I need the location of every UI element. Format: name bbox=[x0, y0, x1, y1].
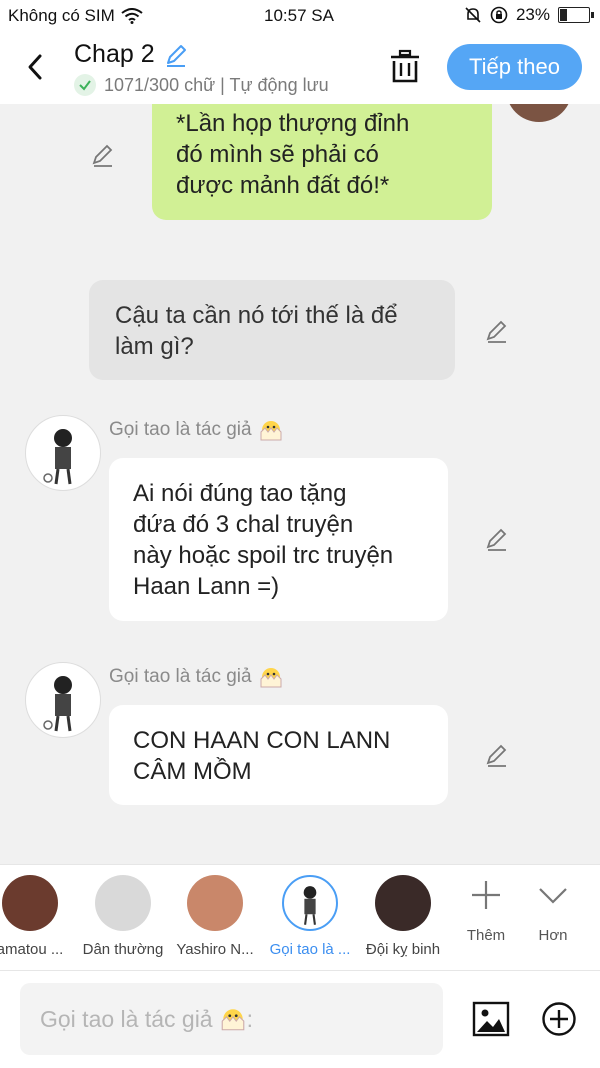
word-count-status: 1071/300 chữ | Tự động lưu bbox=[74, 74, 329, 96]
message-composer: Gọi tao là tác giả : bbox=[0, 970, 600, 1068]
message-text: *Lần họp thượng đỉnh đó mình sẽ phải có … bbox=[176, 110, 410, 199]
character-avatar bbox=[95, 875, 151, 931]
add-circle-icon[interactable] bbox=[541, 1001, 577, 1037]
message-author: Gọi tao là tác giả bbox=[109, 665, 284, 689]
character-name: Yashiro N... bbox=[176, 941, 254, 958]
self-message-bubble[interactable]: *Lần họp thượng đỉnh đó mình sẽ phải có … bbox=[152, 104, 492, 220]
character-option[interactable]: Đội kỵ binh bbox=[358, 875, 448, 958]
character-avatar[interactable] bbox=[25, 415, 101, 491]
character-avatar bbox=[2, 875, 58, 931]
chapter-title[interactable]: Chap 2 bbox=[74, 40, 189, 69]
input-suffix: : bbox=[246, 1005, 253, 1032]
word-count-text: 1071/300 chữ | Tự động lưu bbox=[104, 74, 329, 95]
message-text: Ai nói đúng tao tặng đứa đó 3 chal truyệ… bbox=[133, 480, 394, 600]
mute-bell-icon bbox=[465, 7, 481, 23]
message-text: CON HAAN CON LANN CÂM MỒM bbox=[133, 727, 391, 785]
input-placeholder: Gọi tao là tác giả bbox=[40, 1005, 213, 1032]
editor-header: Chap 2 1071/300 chữ | Tự động lưu Tiếp t… bbox=[0, 32, 600, 104]
character-avatar bbox=[375, 875, 431, 931]
edit-message-icon[interactable] bbox=[484, 526, 510, 552]
chapter-title-text: Chap 2 bbox=[74, 40, 155, 68]
rotation-lock-icon bbox=[490, 6, 508, 24]
next-button[interactable]: Tiếp theo bbox=[447, 44, 582, 90]
self-avatar bbox=[506, 104, 572, 122]
message-author: Gọi tao là tác giả bbox=[109, 418, 284, 442]
character-name: Đội kỵ binh bbox=[365, 941, 441, 958]
trash-icon[interactable] bbox=[388, 48, 422, 84]
chick-emoji-icon bbox=[260, 421, 282, 441]
character-message-bubble[interactable]: Ai nói đúng tao tặng đứa đó 3 chal truyệ… bbox=[109, 458, 448, 621]
add-character-button[interactable]: Thêm bbox=[456, 877, 516, 944]
carrier-label: Không có SIM bbox=[8, 6, 115, 25]
chick-emoji-icon bbox=[260, 668, 282, 688]
character-message-bubble[interactable]: CON HAAN CON LANN CÂM MỒM bbox=[109, 705, 448, 805]
chevron-down-icon bbox=[539, 888, 567, 904]
character-avatar[interactable] bbox=[25, 662, 101, 738]
message-input[interactable]: Gọi tao là tác giả : bbox=[20, 983, 443, 1055]
character-option[interactable]: amatou ... bbox=[0, 875, 75, 958]
clock: 10:57 SA bbox=[264, 6, 334, 25]
battery-icon bbox=[558, 7, 594, 23]
author-name: Gọi tao là tác giả bbox=[109, 419, 252, 440]
edit-message-icon[interactable] bbox=[90, 142, 116, 168]
wifi-icon bbox=[121, 8, 143, 24]
plus-icon bbox=[472, 881, 500, 909]
message-text: Cậu ta cần nó tới thế là để làm gì? bbox=[115, 302, 398, 360]
add-label: Thêm bbox=[466, 927, 506, 944]
character-name: amatou ... bbox=[0, 941, 64, 958]
battery-percent: 23% bbox=[515, 5, 550, 24]
check-icon bbox=[74, 74, 96, 96]
avatar-drawing bbox=[43, 676, 72, 732]
character-selector: amatou ... Dân thường Yashiro N... Gọi t… bbox=[0, 864, 600, 971]
author-name: Gọi tao là tác giả bbox=[109, 666, 252, 687]
status-bar: Không có SIM 10:57 SA 23% bbox=[0, 0, 600, 32]
character-name: Gọi tao là ... bbox=[269, 941, 351, 958]
avatar-drawing bbox=[43, 429, 72, 485]
character-option[interactable]: Yashiro N... bbox=[170, 875, 260, 958]
character-option[interactable]: Dân thường bbox=[78, 875, 168, 958]
back-arrow-icon[interactable] bbox=[22, 50, 52, 84]
edit-pencil-icon[interactable] bbox=[163, 42, 189, 68]
character-avatar bbox=[187, 875, 243, 931]
character-name: Dân thường bbox=[82, 941, 164, 958]
edit-message-icon[interactable] bbox=[484, 318, 510, 344]
image-icon[interactable] bbox=[472, 1001, 510, 1037]
chick-emoji-icon bbox=[221, 1009, 244, 1031]
avatar-drawing bbox=[303, 886, 317, 925]
character-avatar bbox=[282, 875, 338, 931]
narration-bubble[interactable]: Cậu ta cần nó tới thế là để làm gì? bbox=[89, 280, 455, 380]
more-options-button[interactable]: Hơn bbox=[523, 877, 583, 944]
chat-area: *Lần họp thượng đỉnh đó mình sẽ phải có … bbox=[0, 104, 600, 864]
more-label: Hơn bbox=[538, 927, 568, 944]
character-option-selected[interactable]: Gọi tao là ... bbox=[265, 875, 355, 958]
edit-message-icon[interactable] bbox=[484, 742, 510, 768]
